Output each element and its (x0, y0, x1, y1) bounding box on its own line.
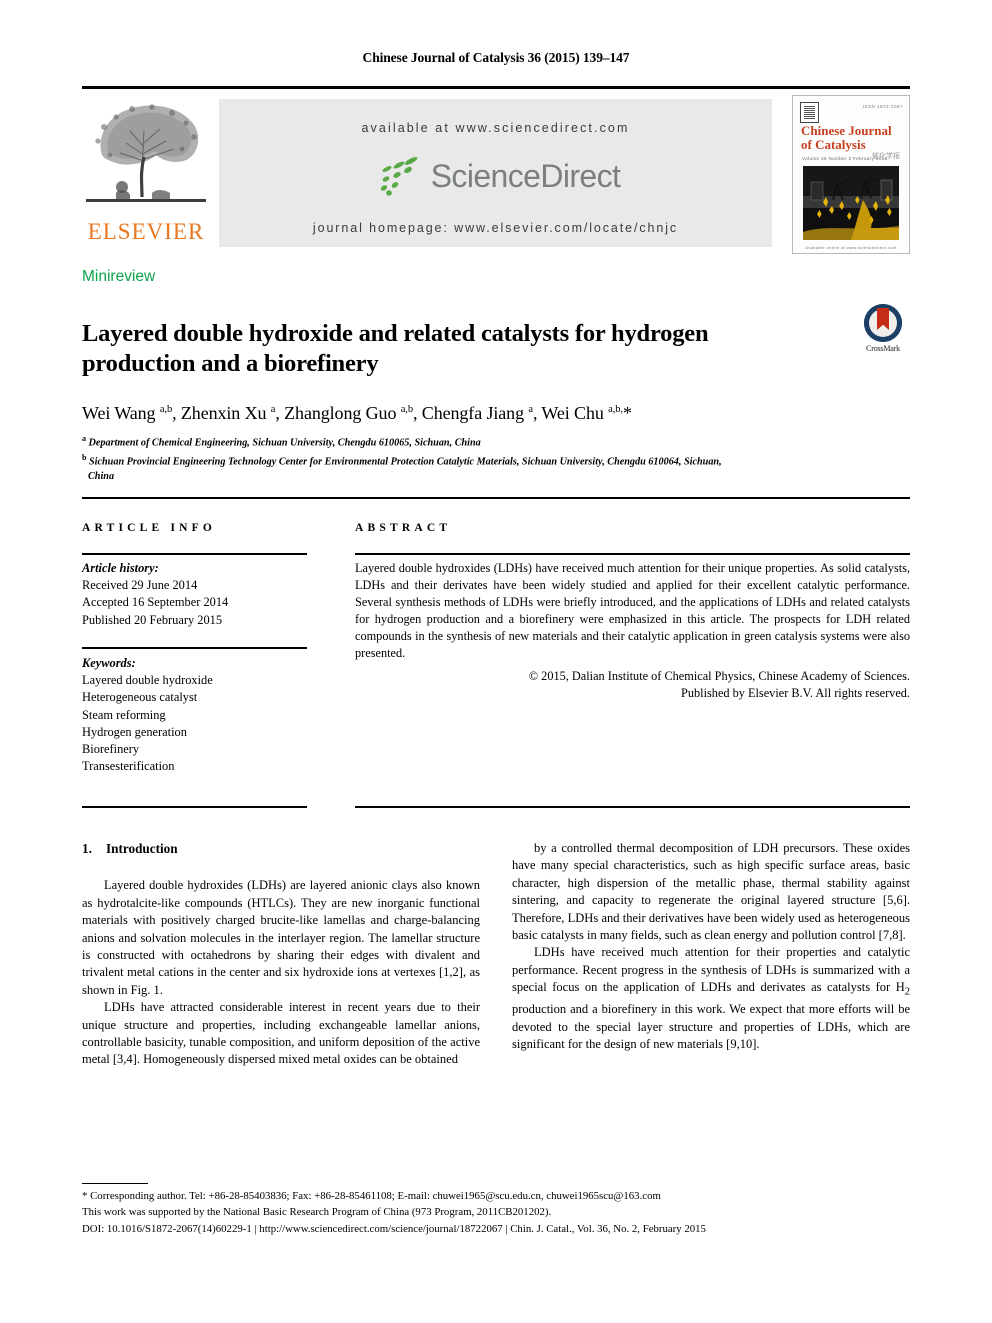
footnote-divider (82, 1183, 148, 1184)
affiliation-b-cont: China (88, 470, 115, 482)
body-column-right: by a controlled thermal decomposition of… (512, 840, 910, 1053)
crossmark-label: CrossMark (866, 344, 900, 353)
page-title: Layered double hydroxide and related cat… (82, 320, 709, 378)
sciencedirect-band: available at www.sciencedirect.com Scien… (219, 99, 772, 247)
elsevier-logo: ELSEVIER (82, 97, 210, 249)
article-info-heading: ARTICLE INFO (82, 522, 217, 534)
affiliations: a Department of Chemical Engineering, Si… (82, 432, 910, 484)
history-accepted: Accepted 16 September 2014 (82, 595, 229, 610)
crossmark-icon (864, 304, 902, 342)
crossmark-badge[interactable]: CrossMark (856, 304, 910, 353)
cover-bottom-note: Available online at www.sciencedirect.co… (805, 245, 897, 250)
keywords-list: Keywords: Layered double hydroxide Heter… (82, 655, 312, 775)
cover-artwork (803, 166, 899, 240)
paragraph: by a controlled thermal decomposition of… (512, 841, 910, 943)
doi-note: DOI: 10.1016/S1872-2067(14)60229-1 | htt… (82, 1222, 706, 1235)
affiliation-b: b Sichuan Provincial Engineering Technol… (82, 452, 722, 468)
footnotes: * Corresponding author. Tel: +86-28-8540… (82, 1188, 912, 1237)
author-list: Wei Wang a,b, Zhenxin Xu a, Zhanglong Gu… (82, 403, 632, 423)
divider-abstract (355, 553, 910, 555)
copyright-notice: © 2015, Dalian Institute of Chemical Phy… (355, 668, 910, 702)
paragraph: LDHs have attracted considerable interes… (82, 1000, 480, 1067)
sciencedirect-logo: ScienceDirect (219, 153, 772, 199)
divider-info-bottom (82, 806, 307, 808)
divider-info (82, 553, 307, 555)
keyword-item: Layered double hydroxide (82, 673, 213, 688)
paragraph: Layered double hydroxides (LDHs) are lay… (82, 878, 480, 997)
body-column-left: 1. Introduction Layered double hydroxides… (82, 840, 480, 1069)
section-number: 1. (82, 841, 92, 856)
article-history: Article history: Received 29 June 2014 A… (82, 560, 312, 629)
divider-keywords (82, 647, 307, 649)
funding-note: This work was supported by the National … (82, 1206, 552, 1219)
copyright-line-1: © 2015, Dalian Institute of Chemical Phy… (528, 669, 910, 683)
keyword-item: Steam reforming (82, 707, 166, 722)
keyword-item: Transesterification (82, 759, 175, 774)
abstract-text: Layered double hydroxides (LDHs) have re… (355, 561, 910, 661)
keyword-item: Hydrogen generation (82, 724, 187, 739)
divider-top (82, 497, 910, 499)
history-published: Published 20 February 2015 (82, 612, 223, 627)
affiliation-a: a Department of Chemical Engineering, Si… (82, 434, 481, 449)
journal-homepage-text: journal homepage: www.elsevier.com/locat… (312, 221, 679, 235)
sciencedirect-wordmark: ScienceDirect (430, 157, 621, 194)
corresponding-author-note: * Corresponding author. Tel: +86-28-8540… (82, 1190, 661, 1202)
available-at-text: available at www.sciencedirect.com (361, 121, 630, 135)
divider-abstract-bottom (355, 806, 910, 808)
section-title: Introduction (106, 841, 178, 856)
article-history-label: Article history: (82, 561, 159, 575)
section-heading: 1. Introduction (82, 840, 480, 857)
keywords-label: Keywords: (82, 656, 136, 670)
cover-elsevier-icon (800, 102, 819, 123)
cover-title: Chinese Journal of Catalysis (801, 123, 892, 152)
history-received: Received 29 June 2014 (82, 578, 198, 593)
paragraph: LDHs have received much attention for th… (512, 945, 910, 1051)
keyword-item: Heterogeneous catalyst (82, 690, 198, 705)
paper-page: Chinese Journal of Catalysis 36 (2015) 1… (0, 0, 992, 1323)
running-head: Chinese Journal of Catalysis 36 (2015) 1… (362, 50, 630, 65)
journal-cover-thumbnail: ISSN 1872-2067 Chinese Journal of Cataly… (792, 95, 910, 254)
cover-chinese-name: 催化学报 (872, 152, 900, 160)
journal-masthead: ELSEVIER available at www.sciencedirect.… (82, 86, 910, 257)
elsevier-wordmark: ELSEVIER (87, 219, 205, 244)
copyright-line-2: Published by Elsevier B.V. All rights re… (681, 686, 910, 701)
cover-issn: ISSN 1872-2067 (862, 104, 903, 109)
keyword-item: Biorefinery (82, 742, 140, 757)
abstract-heading: ABSTRACT (355, 522, 452, 534)
sciencedirect-mark-icon (380, 157, 417, 196)
article-type-label: Minireview (82, 268, 156, 285)
